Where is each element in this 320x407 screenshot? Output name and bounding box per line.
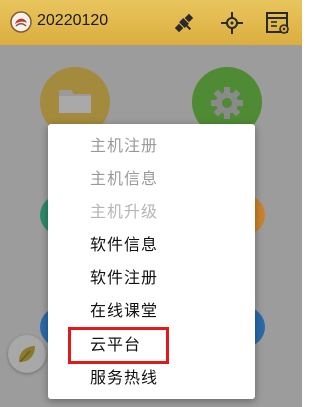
settings-window-icon[interactable] [265, 10, 291, 36]
menu-item-service-hotline[interactable]: 服务热线 [90, 363, 158, 393]
menu-item-host-upgrade: 主机升级 [90, 202, 159, 221]
gear-icon [211, 87, 243, 119]
menu-item-host-info: 主机信息 [90, 169, 159, 188]
folder-icon [59, 90, 91, 113]
cloud-platform-highlight [68, 327, 169, 364]
menu-item-software-info[interactable]: 软件信息 [90, 230, 158, 260]
app-header: 20220120 [0, 0, 302, 45]
menu-item-online-class[interactable]: 在线课堂 [90, 296, 158, 326]
leaf-icon [19, 346, 35, 363]
menu-item-host-register: 主机注册 [90, 136, 159, 155]
floating-action-button[interactable] [8, 335, 46, 373]
menu-item-software-register[interactable]: 软件注册 [90, 263, 158, 293]
header-title: 20220120 [37, 12, 109, 29]
crosshair-icon[interactable] [219, 10, 245, 36]
satellite-icon[interactable] [171, 10, 197, 36]
app-logo-icon[interactable] [10, 11, 32, 33]
